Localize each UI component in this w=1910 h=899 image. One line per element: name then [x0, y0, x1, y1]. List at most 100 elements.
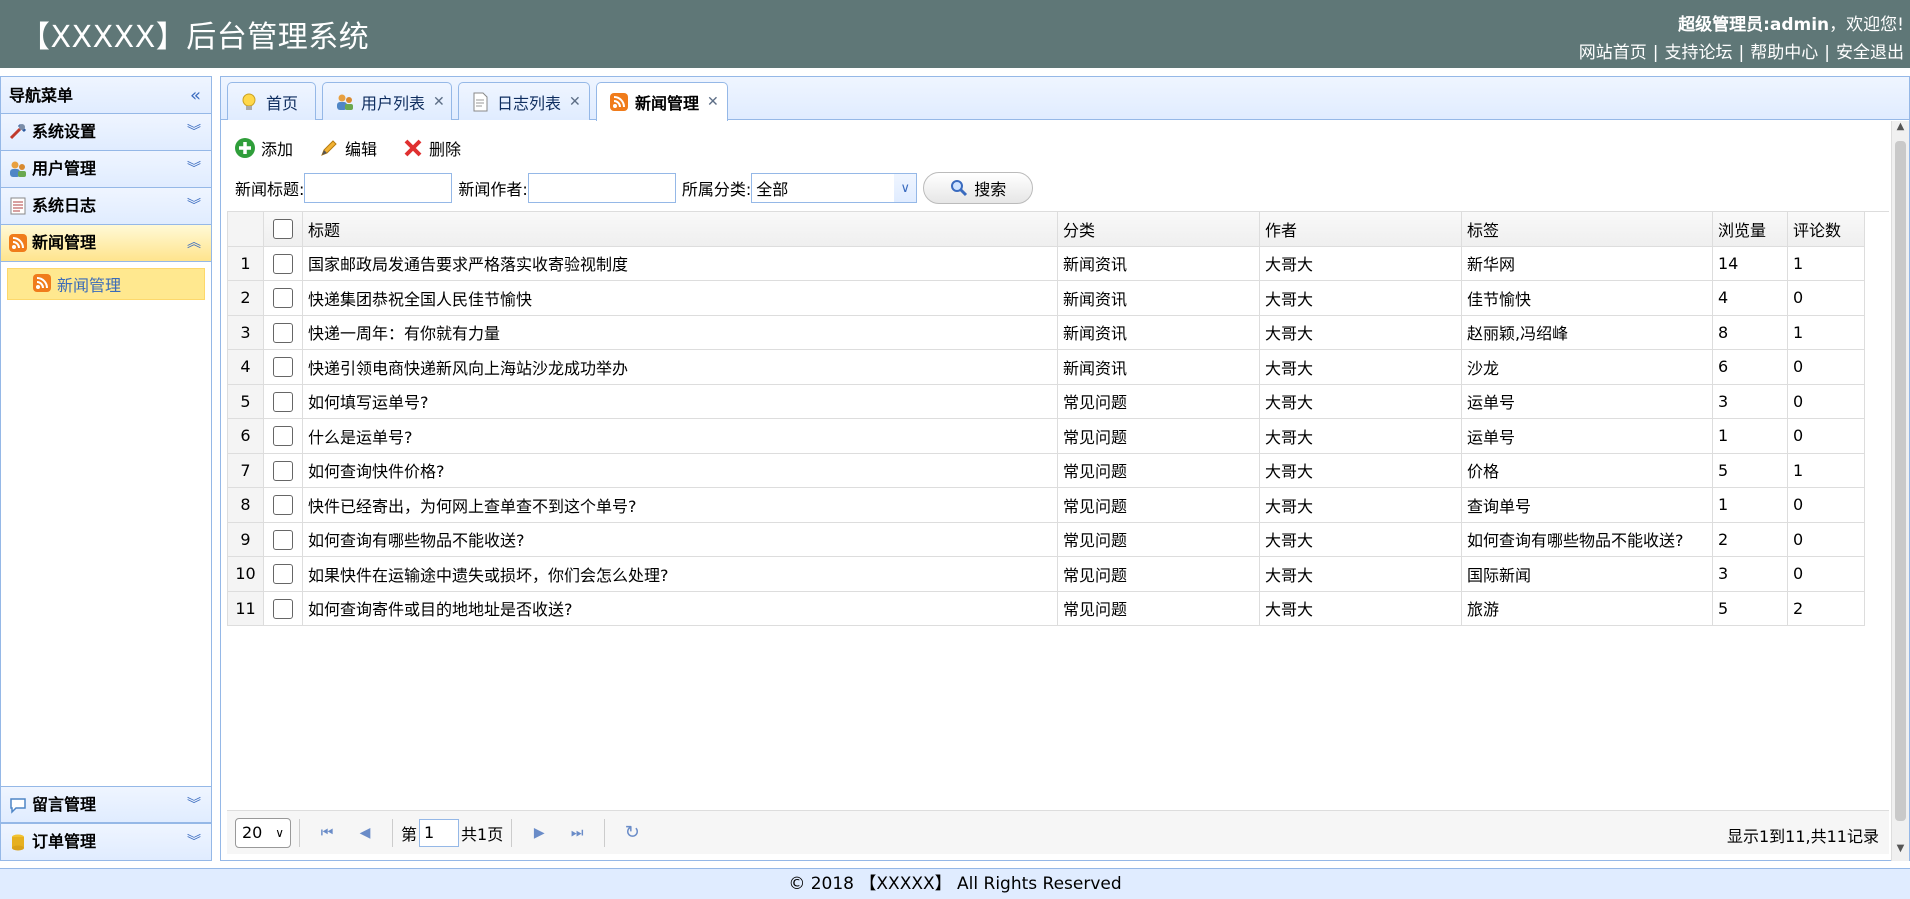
user-role: 超级管理员:admin [1678, 15, 1830, 35]
sidebar-group-message-management[interactable]: 留言管理 ︾ [1, 786, 211, 823]
rss-icon [7, 232, 29, 254]
category-select[interactable]: 全部 ∨ [751, 173, 918, 203]
scroll-up-icon[interactable]: ▲ [1892, 121, 1909, 139]
column-header-category[interactable]: 分类 [1057, 212, 1260, 247]
tab-news-management[interactable]: 新闻管理 ✕ [596, 82, 728, 121]
news-author-input[interactable] [527, 173, 676, 203]
cell-title: 快件已经寄出，为何网上查单查不到这个单号? [302, 487, 1058, 523]
site-home-link[interactable]: 网站首页 [1579, 43, 1647, 63]
table-row[interactable]: 1 国家邮政局发通告要求严格落实收寄验视制度 新闻资讯 大哥大 新华网 14 1 [227, 245, 1865, 281]
close-icon[interactable]: ✕ [569, 94, 581, 110]
select-all-checkbox[interactable] [273, 219, 293, 239]
row-checkbox[interactable] [273, 564, 293, 584]
cell-views: 3 [1712, 556, 1788, 592]
column-header-title[interactable]: 标题 [302, 212, 1058, 247]
column-header-tags[interactable]: 标签 [1461, 212, 1713, 247]
tab-home[interactable]: 首页 [227, 82, 316, 120]
row-checkbox[interactable] [273, 391, 293, 412]
forum-link[interactable]: 支持论坛 [1665, 43, 1733, 63]
table-row[interactable]: 6 什么是运单号? 常见问题 大哥大 运单号 1 0 [227, 418, 1865, 454]
table-row[interactable]: 2 快递集团恭祝全国人民佳节愉快 新闻资讯 大哥大 佳节愉快 4 0 [227, 280, 1865, 316]
row-select-cell [263, 383, 303, 419]
logout-link[interactable]: 安全退出 [1836, 43, 1904, 63]
row-checkbox[interactable] [273, 598, 293, 619]
close-icon[interactable]: ✕ [433, 94, 445, 110]
next-page-icon[interactable]: ▶ [526, 820, 552, 846]
header-links: 网站首页 | 支持论坛 | 帮助中心 | 安全退出 [1578, 43, 1904, 63]
table-row[interactable]: 9 如何查询有哪些物品不能收送? 常见问题 大哥大 如何查询有哪些物品不能收送? 2 0 [227, 521, 1865, 557]
row-checkbox[interactable] [273, 426, 293, 446]
tab-user-list[interactable]: 用户列表 ✕ [322, 82, 452, 120]
column-header-views[interactable]: 浏览量 [1712, 212, 1788, 247]
table-row[interactable]: 3 快递一周年：有你就有力量 新闻资讯 大哥大 赵丽颖,冯绍峰 8 1 [227, 314, 1865, 350]
expand-icon: ︾ [187, 198, 201, 214]
sidebar-bottom-groups: 留言管理 ︾ 订单管理 ︾ [1, 786, 211, 860]
collapse-left-icon[interactable]: « [190, 77, 201, 114]
prev-page-icon[interactable]: ◀ [352, 820, 378, 846]
cell-comments: 1 [1787, 245, 1865, 281]
delete-button[interactable]: 删除 [401, 136, 461, 160]
table-row[interactable]: 11 如何查询寄件或目的地地址是否收送? 常见问题 大哥大 旅游 5 2 [227, 590, 1865, 626]
sidebar-item-news-management[interactable]: 新闻管理 [7, 268, 205, 300]
row-number: 7 [227, 452, 264, 488]
cell-title: 如何查询寄件或目的地地址是否收送? [302, 590, 1058, 626]
row-number: 10 [227, 556, 264, 592]
scrollbar-thumb[interactable] [1895, 141, 1906, 821]
pencil-icon [317, 136, 341, 160]
row-checkbox[interactable] [273, 288, 293, 308]
row-checkbox[interactable] [273, 529, 293, 550]
row-checkbox[interactable] [273, 495, 293, 515]
refresh-icon[interactable]: ↻ [619, 820, 645, 846]
cell-author: 大哥大 [1259, 383, 1462, 419]
cell-author: 大哥大 [1259, 314, 1462, 350]
table-row[interactable]: 5 如何填写运单号? 常见问题 大哥大 运单号 3 0 [227, 383, 1865, 419]
app-title: 【XXXXX】后台管理系统 [20, 20, 370, 55]
first-page-icon[interactable]: ⏮ [314, 820, 340, 846]
sidebar-group-user-management[interactable]: 用户管理 ︾ [1, 151, 211, 188]
cell-category: 常见问题 [1057, 590, 1260, 626]
expand-icon: ︾ [187, 834, 201, 850]
add-icon [233, 136, 257, 160]
edit-button[interactable]: 编辑 [317, 136, 377, 160]
table-row[interactable]: 8 快件已经寄出，为何网上查单查不到这个单号? 常见问题 大哥大 查询单号 1 0 [227, 487, 1865, 523]
sidebar-group-system-log[interactable]: 系统日志 ︾ [1, 188, 211, 225]
cell-tags: 沙龙 [1461, 349, 1713, 385]
cell-views: 1 [1712, 418, 1788, 454]
sidebar-group-news-management[interactable]: 新闻管理 ︽ [1, 225, 211, 262]
cell-comments: 2 [1787, 590, 1865, 626]
page-size-select[interactable]: 20 ∨ [235, 817, 291, 848]
sidebar: 导航菜单 « 系统设置 ︾ 用户管理 ︾ 系统日志 ︾ 新闻管理 ︽ 新闻管理 … [0, 76, 212, 861]
help-link[interactable]: 帮助中心 [1750, 43, 1818, 63]
row-select-cell [263, 280, 303, 316]
tab-bar: 首页 用户列表 ✕ 日志列表 ✕ 新闻管理 ✕ [221, 77, 1909, 121]
table-row[interactable]: 10 如果快件在运输途中遗失或损坏，你们会怎么处理? 常见问题 大哥大 国际新闻 3 0 [227, 556, 1865, 592]
sidebar-header: 导航菜单 « [1, 77, 211, 114]
sidebar-group-order-management[interactable]: 订单管理 ︾ [1, 823, 211, 860]
row-select-cell [263, 487, 303, 523]
cell-tags: 价格 [1461, 452, 1713, 488]
close-icon[interactable]: ✕ [707, 94, 719, 110]
table-row[interactable]: 4 快递引领电商快递新风向上海站沙龙成功举办 新闻资讯 大哥大 沙龙 6 0 [227, 349, 1865, 385]
vertical-scrollbar[interactable]: ▲ ▼ [1891, 121, 1909, 861]
cell-title: 什么是运单号? [302, 418, 1058, 454]
page-number-input[interactable] [419, 818, 460, 847]
row-checkbox[interactable] [273, 357, 293, 377]
cell-author: 大哥大 [1259, 590, 1462, 626]
last-page-icon[interactable]: ⏭ [564, 820, 590, 846]
tab-log-list[interactable]: 日志列表 ✕ [458, 82, 590, 120]
row-checkbox[interactable] [273, 460, 293, 481]
row-checkbox[interactable] [273, 253, 293, 274]
table-row[interactable]: 7 如何查询快件价格? 常见问题 大哥大 价格 5 1 [227, 452, 1865, 488]
scroll-down-icon[interactable]: ▼ [1892, 843, 1909, 861]
column-header-author[interactable]: 作者 [1259, 212, 1462, 247]
cell-title: 快递引领电商快递新风向上海站沙龙成功举办 [302, 349, 1058, 385]
column-header-comments[interactable]: 评论数 [1787, 212, 1865, 247]
cell-title: 快递一周年：有你就有力量 [302, 314, 1058, 350]
sidebar-group-system-settings[interactable]: 系统设置 ︾ [1, 114, 211, 151]
cell-tags: 如何查询有哪些物品不能收送? [1461, 521, 1713, 557]
search-button[interactable]: 搜索 [923, 172, 1034, 204]
cell-author: 大哥大 [1259, 280, 1462, 316]
row-checkbox[interactable] [273, 322, 293, 343]
add-button[interactable]: 添加 [233, 136, 293, 160]
news-title-input[interactable] [304, 173, 453, 203]
